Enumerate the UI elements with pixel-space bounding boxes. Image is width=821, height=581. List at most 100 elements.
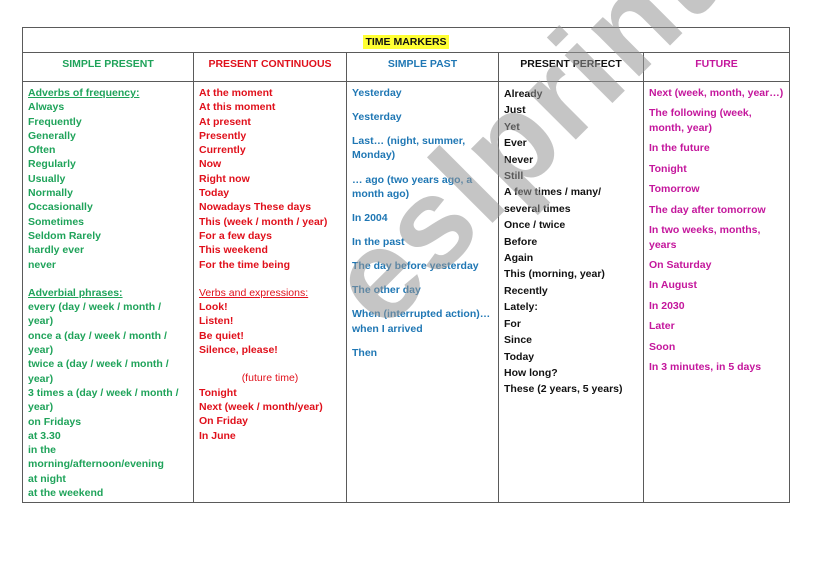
list-item: When (interrupted action)… when I arrive… bbox=[352, 308, 491, 335]
list-item: Never bbox=[504, 153, 534, 166]
present-perfect-list: Already Just Yet Ever Never Still A few times … bbox=[504, 86, 638, 398]
list-item: Occasionally bbox=[28, 201, 93, 214]
list-item: The other day bbox=[352, 284, 421, 297]
list-item: For a few days bbox=[199, 229, 272, 242]
section-heading: Verbs and expressions: bbox=[199, 286, 309, 299]
list-item: Tonight bbox=[649, 162, 687, 175]
future-list: Next (week, month, year…) The following (… bbox=[649, 86, 784, 375]
list-item: Sometimes bbox=[28, 215, 85, 228]
list-item: These (2 years, 5 years) bbox=[504, 383, 623, 396]
list-item: Lately: bbox=[504, 301, 538, 314]
list-item: In two weeks, months, years bbox=[649, 224, 761, 251]
list-item: Now bbox=[199, 158, 222, 171]
list-item: Already bbox=[504, 88, 543, 100]
list-item: Currently bbox=[199, 144, 246, 157]
list-item: This weekend bbox=[199, 244, 268, 257]
list-item: The following (week, month, year) bbox=[649, 107, 752, 134]
list-item: Ever bbox=[504, 137, 527, 150]
list-item: on Fridays bbox=[28, 415, 82, 428]
list-item: For bbox=[504, 317, 521, 330]
list-item: 3 times a (day / week / month / year) bbox=[28, 386, 179, 414]
list-item: Still bbox=[504, 170, 524, 183]
list-item: At this moment bbox=[199, 101, 276, 114]
list-item: Listen! bbox=[199, 315, 234, 328]
list-item: Usually bbox=[28, 172, 66, 185]
present-perfect-cell: Already Just Yet Ever Never Still A few times … bbox=[498, 81, 644, 503]
header-row: SIMPLE PRESENT PRESENT CONTINUOUS SIMPLE… bbox=[22, 52, 790, 82]
list-item: How long? bbox=[504, 366, 558, 379]
list-item: Again bbox=[504, 252, 534, 265]
table-title: TIME MARKERS bbox=[363, 34, 449, 49]
list-item: In 2030 bbox=[649, 299, 685, 312]
list-item: never bbox=[28, 258, 57, 271]
list-item: At present bbox=[199, 115, 251, 128]
list-item: Today bbox=[504, 350, 535, 363]
adverbs-of-frequency-list: Always Frequently Generally Often Regularly U… bbox=[28, 100, 188, 272]
list-item: Regularly bbox=[28, 158, 76, 171]
time-markers-table: TIME MARKERS SIMPLE PRESENT PRESENT CONT… bbox=[22, 27, 790, 503]
list-item: The day before yesterday bbox=[352, 260, 479, 273]
header-present-perfect: PRESENT PERFECT bbox=[498, 52, 644, 82]
section-heading: Adverbs of frequency: bbox=[28, 87, 140, 99]
list-item: Just bbox=[504, 104, 526, 117]
list-item: Yesterday bbox=[352, 111, 402, 124]
verbs-expressions-list: Look! Listen! Be quiet! Silence, please! bbox=[199, 300, 341, 357]
simple-past-list: Yesterday Yesterday Last… (night, summer, … bbox=[352, 86, 493, 360]
future-time-list: Tonight Next (week / month/year) On Friday… bbox=[199, 386, 341, 443]
list-item: Generally bbox=[28, 129, 76, 142]
list-item: at night bbox=[28, 472, 66, 485]
list-item: Presently bbox=[199, 129, 247, 142]
list-item: in the morning/afternoon/evening bbox=[28, 444, 164, 471]
list-item: Nowadays These days bbox=[199, 201, 312, 214]
list-item: In the future bbox=[649, 142, 710, 155]
list-item: Before bbox=[504, 235, 538, 248]
list-item: Once / twice bbox=[504, 219, 566, 232]
list-item: Today bbox=[199, 187, 230, 200]
list-item: At the moment bbox=[199, 87, 273, 99]
list-item: On Saturday bbox=[649, 258, 712, 271]
simple-present-cell: Adverbs of frequency: Always Frequently Ge… bbox=[22, 81, 194, 503]
list-item: every (day / week / month / year) bbox=[28, 301, 162, 328]
list-item: In 3 minutes, in 5 days bbox=[649, 361, 762, 374]
list-item: Seldom Rarely bbox=[28, 229, 101, 242]
list-item: In 2004 bbox=[352, 211, 388, 224]
list-item: In the past bbox=[352, 236, 405, 249]
list-item: Yet bbox=[504, 120, 520, 133]
header-present-continuous: PRESENT CONTINUOUS bbox=[193, 52, 347, 82]
list-item: at 3.30 bbox=[28, 429, 61, 442]
list-item: once a (day / week / month / year) bbox=[28, 329, 167, 357]
section-heading: Adverbial phrases: bbox=[28, 286, 123, 299]
list-item: Often bbox=[28, 144, 56, 157]
header-simple-present: SIMPLE PRESENT bbox=[22, 52, 194, 82]
list-item: The day after tomorrow bbox=[649, 203, 766, 216]
list-item: Soon bbox=[649, 340, 676, 353]
list-item: Then bbox=[352, 346, 378, 359]
section-heading: (future time) bbox=[241, 372, 299, 385]
list-item: Always bbox=[28, 101, 65, 114]
list-item: Next (week, month, year…) bbox=[649, 87, 784, 99]
worksheet-page: TIME MARKERS SIMPLE PRESENT PRESENT CONT… bbox=[0, 0, 821, 581]
list-item: A few times / many/ several times bbox=[504, 186, 602, 215]
list-item: Last… (night, summer, Monday) bbox=[352, 135, 466, 162]
time-expressions-list: At the moment At this moment At present Pre… bbox=[199, 86, 341, 272]
list-item: hardly ever bbox=[28, 244, 85, 257]
list-item: twice a (day / week / month / year) bbox=[28, 358, 169, 385]
title-cell: TIME MARKERS bbox=[22, 27, 790, 53]
content-row: Adverbs of frequency: Always Frequently Ge… bbox=[22, 81, 790, 503]
list-item: Frequently bbox=[28, 115, 82, 128]
list-item: In August bbox=[649, 279, 698, 292]
list-item: Next (week / month/year) bbox=[199, 400, 323, 413]
title-row: TIME MARKERS bbox=[22, 27, 790, 53]
list-item: Later bbox=[649, 320, 675, 333]
list-item: Right now bbox=[199, 172, 250, 185]
header-simple-past: SIMPLE PAST bbox=[346, 52, 499, 82]
list-item: Be quiet! bbox=[199, 329, 244, 342]
list-item: Look! bbox=[199, 301, 228, 314]
list-item: This (morning, year) bbox=[504, 268, 605, 281]
future-cell: Next (week, month, year…) The following (… bbox=[643, 81, 790, 503]
list-item: On Friday bbox=[199, 415, 249, 428]
adverbial-phrases-list: every (day / week / month / year) once a … bbox=[28, 300, 188, 500]
list-item: This (week / month / year) bbox=[199, 215, 328, 228]
simple-past-cell: Yesterday Yesterday Last… (night, summer, … bbox=[346, 81, 499, 503]
list-item: … ago (two years ago, a month ago) bbox=[352, 173, 473, 200]
